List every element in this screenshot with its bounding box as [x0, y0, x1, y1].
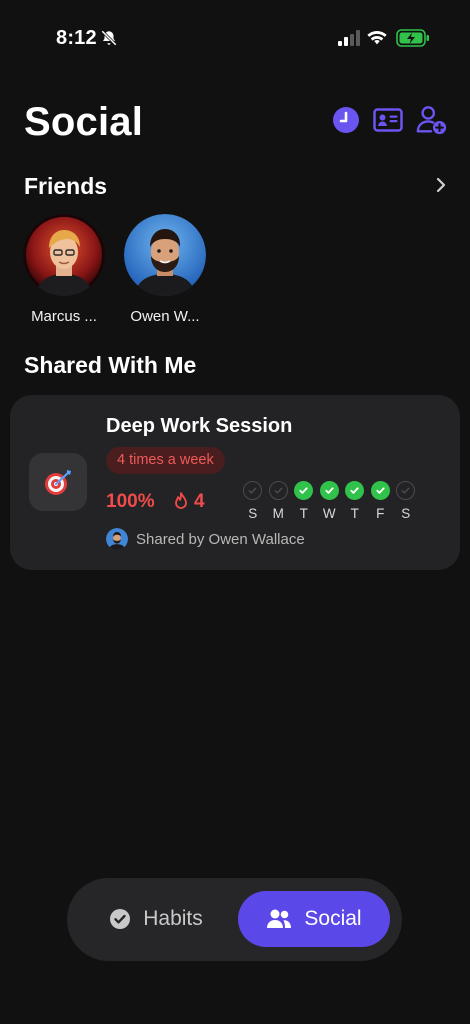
habit-icon-container	[29, 453, 87, 511]
friend-name: Owen W...	[130, 308, 200, 325]
day-wednesday: W	[317, 481, 343, 521]
day-sunday: S	[240, 481, 266, 521]
habit-name: Deep Work Session	[106, 415, 293, 437]
day-label: S	[401, 506, 411, 521]
day-check-empty	[268, 481, 288, 500]
shared-section-title: Shared With Me	[24, 352, 197, 378]
tab-label: Habits	[143, 907, 203, 930]
tab-bar: Habits Social	[67, 878, 402, 961]
day-check-done	[294, 481, 314, 500]
checkmark-icon	[248, 487, 257, 494]
day-label: M	[272, 506, 284, 521]
checkmark-icon	[299, 487, 308, 494]
signal-icon	[338, 30, 360, 46]
avatar	[106, 528, 128, 550]
tab-social[interactable]: Social	[238, 891, 390, 947]
day-check-empty	[243, 481, 263, 500]
history-icon	[333, 107, 359, 133]
checkmark-icon	[376, 487, 385, 494]
flame-icon	[175, 492, 187, 509]
streak-count: 4	[194, 491, 205, 512]
status-bar: 8:12	[0, 0, 470, 76]
day-check-done	[370, 481, 390, 500]
shared-by: Shared by Owen Wallace	[106, 528, 305, 550]
people-icon	[267, 909, 292, 928]
battery-charging-icon	[396, 29, 429, 47]
week-progress: S M T W T F S	[240, 481, 419, 521]
checkmark-icon	[274, 487, 283, 494]
shared-by-text: Shared by Owen Wallace	[136, 530, 305, 548]
day-label: W	[322, 506, 336, 521]
frequency-badge: 4 times a week	[106, 447, 225, 474]
day-thursday: T	[342, 481, 368, 521]
day-check-done	[345, 481, 365, 500]
day-monday: M	[266, 481, 292, 521]
avatar	[124, 214, 206, 296]
checkmark-icon	[325, 487, 334, 494]
chevron-right-icon[interactable]	[432, 176, 450, 194]
habit-card[interactable]: Deep Work Session 4 times a week 100% 4 …	[10, 395, 460, 570]
day-friday: F	[368, 481, 394, 521]
tab-habits[interactable]: Habits	[81, 891, 231, 947]
day-check-done	[319, 481, 339, 500]
friends-section-title: Friends	[24, 173, 108, 199]
avatar	[23, 214, 105, 296]
day-label: F	[376, 506, 385, 521]
completion-percent: 100%	[106, 491, 155, 512]
friend-item-marcus[interactable]: Marcus ...	[16, 214, 112, 325]
day-check-empty	[396, 481, 416, 500]
add-friend-button[interactable]	[416, 104, 448, 136]
contact-card-icon	[373, 108, 403, 132]
day-saturday: S	[393, 481, 419, 521]
page-title: Social	[24, 100, 144, 144]
status-time: 8:12	[56, 27, 97, 49]
bell-off-icon	[101, 30, 117, 46]
wifi-icon	[367, 31, 387, 45]
day-label: T	[350, 506, 359, 521]
checkmark-icon	[350, 487, 359, 494]
target-icon	[45, 470, 71, 495]
friend-name: Marcus ...	[31, 308, 97, 325]
checkmark-icon	[401, 487, 410, 494]
day-label: T	[299, 506, 308, 521]
day-tuesday: T	[291, 481, 317, 521]
add-friend-icon	[416, 106, 447, 135]
contact-card-button[interactable]	[372, 104, 404, 136]
check-circle-icon	[110, 909, 131, 929]
history-button[interactable]	[330, 104, 362, 136]
tab-label: Social	[304, 907, 362, 930]
friend-item-owen[interactable]: Owen W...	[117, 214, 213, 325]
day-label: S	[248, 506, 258, 521]
